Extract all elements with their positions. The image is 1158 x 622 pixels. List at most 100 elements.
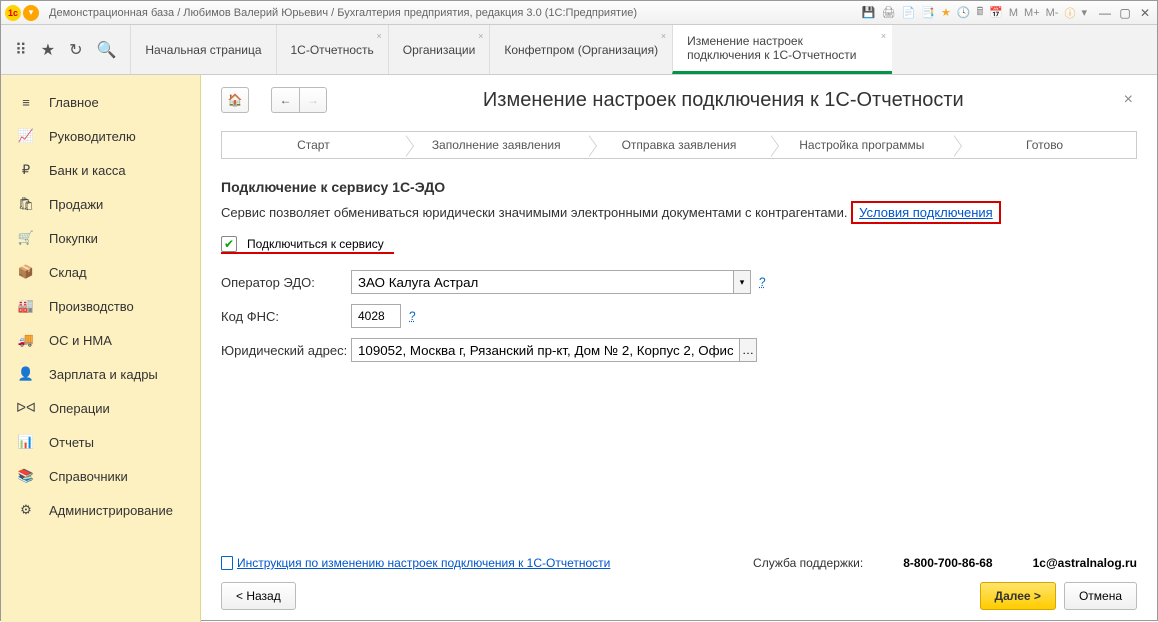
tab-close-icon[interactable]: × — [661, 31, 666, 41]
address-input[interactable] — [351, 338, 739, 362]
dropdown-arrow-icon[interactable]: ▾ — [733, 270, 751, 294]
tool-calc-icon[interactable]: 🖩 — [977, 3, 984, 22]
sidebar-item-label: Справочники — [49, 469, 128, 484]
tool-info-dd[interactable]: ▾ — [1081, 6, 1087, 19]
ruble-icon: ₽ — [17, 161, 35, 179]
sidebar: ≡Главное 📈 Руководителю ₽ Банк и касса 🛍 Пр… — [1, 75, 201, 622]
minimize-icon[interactable]: — — [1097, 6, 1113, 20]
next-button[interactable]: Далее > — [980, 582, 1056, 610]
person-icon: 👤 — [17, 365, 35, 383]
sidebar-item-sales[interactable]: 🛍 Продажи — [1, 187, 200, 221]
forward-button[interactable]: → — [299, 87, 327, 113]
step-done[interactable]: Готово — [953, 132, 1136, 158]
sidebar-item-assets[interactable]: 🚚ОС и НМА — [1, 323, 200, 357]
close-window-icon[interactable]: ✕ — [1137, 6, 1153, 20]
sidebar-item-purchases[interactable]: 🛒Покупки — [1, 221, 200, 255]
document-icon — [221, 556, 233, 570]
step-label: Заполнение заявления — [432, 138, 561, 152]
address-field[interactable]: … — [351, 338, 757, 362]
operator-help[interactable]: ? — [759, 275, 766, 289]
tab-close-icon[interactable]: × — [881, 31, 886, 41]
cancel-button[interactable]: Отмена — [1064, 582, 1137, 610]
app-1c-icon: 1c — [5, 5, 21, 21]
back-button[interactable]: ← — [271, 87, 299, 113]
search-icon[interactable]: 🔍 — [96, 40, 116, 60]
tab-home[interactable]: Начальная страница — [130, 25, 275, 74]
tool-mminus[interactable]: M- — [1046, 7, 1059, 19]
close-page-icon[interactable]: × — [1120, 87, 1137, 113]
tool-print-icon[interactable]: 🖨 — [882, 6, 896, 19]
sidebar-item-label: ОС и НМА — [49, 333, 112, 348]
address-browse-icon[interactable]: … — [739, 338, 757, 362]
tool-save-icon[interactable]: 💾 — [862, 6, 876, 19]
maximize-icon[interactable]: ▢ — [1117, 6, 1133, 20]
tool-info-icon[interactable]: ⓘ — [1064, 5, 1075, 21]
terms-link[interactable]: Условия подключения — [851, 201, 1001, 224]
sidebar-item-main[interactable]: ≡Главное — [1, 85, 200, 119]
sidebar-item-label: Администрирование — [49, 503, 173, 518]
apps-icon[interactable]: ⠿ — [15, 40, 27, 60]
tab-settings-change[interactable]: Изменение настроек подключения к 1С-Отче… — [672, 25, 892, 74]
step-setup[interactable]: Настройка программы — [770, 132, 953, 158]
window-controls: — ▢ ✕ — [1097, 6, 1153, 20]
sidebar-item-label: Главное — [49, 95, 99, 110]
section-desc: Сервис позволяет обмениваться юридически… — [221, 205, 1137, 220]
tool-star-icon[interactable]: ★ — [941, 6, 951, 19]
tab-orgs[interactable]: Организации× — [388, 25, 490, 74]
sidebar-item-bank[interactable]: ₽ Банк и касса — [1, 153, 200, 187]
sidebar-item-salary[interactable]: 👤Зарплата и кадры — [1, 357, 200, 391]
tab-label: 1С-Отчетность — [291, 43, 374, 57]
sidebar-item-label: Продажи — [49, 197, 103, 212]
box-icon: 📦 — [17, 263, 35, 281]
tab-label: Организации — [403, 43, 476, 57]
fns-input[interactable] — [351, 304, 401, 328]
tab-close-icon[interactable]: × — [376, 31, 381, 41]
sidebar-item-warehouse[interactable]: 📦Склад — [1, 255, 200, 289]
instruction-link-text: Инструкция по изменению настроек подключ… — [237, 556, 610, 570]
history-icon[interactable]: ↻ — [69, 40, 82, 60]
tab-close-icon[interactable]: × — [478, 31, 483, 41]
step-start[interactable]: Старт — [222, 132, 405, 158]
operator-input[interactable] — [351, 270, 733, 294]
tool-compare-icon[interactable]: 📑 — [921, 6, 935, 19]
home-button[interactable]: 🏠 — [221, 87, 249, 113]
tool-m[interactable]: M — [1009, 7, 1018, 19]
tool-mplus[interactable]: M+ — [1024, 7, 1040, 19]
tool-calendar-icon[interactable]: 📅 — [989, 6, 1003, 19]
sidebar-item-label: Руководителю — [49, 129, 136, 144]
sidebar-item-production[interactable]: 🏭Производство — [1, 289, 200, 323]
tabbar-icons: ⠿ ★ ↻ 🔍 — [1, 25, 130, 74]
back-wizard-button[interactable]: < Назад — [221, 582, 296, 610]
operator-dropdown[interactable]: ▾ — [351, 270, 751, 294]
titlebar-text: Демонстрационная база / Любимов Валерий … — [49, 7, 862, 19]
instruction-link[interactable]: Инструкция по изменению настроек подключ… — [221, 556, 610, 570]
sidebar-item-operations[interactable]: ᐅᐊОперации — [1, 391, 200, 425]
sidebar-item-label: Банк и касса — [49, 163, 126, 178]
sidebar-item-label: Покупки — [49, 231, 98, 246]
titlebar: 1c ▾ Демонстрационная база / Любимов Вал… — [1, 1, 1157, 25]
tab-1c-report[interactable]: 1С-Отчетность× — [276, 25, 388, 74]
connect-checkbox-row[interactable]: ✔ Подключиться к сервису — [221, 236, 394, 254]
support-label: Служба поддержки: — [753, 556, 863, 570]
tool-doc-icon[interactable]: 📄 — [902, 6, 916, 19]
sidebar-item-reports[interactable]: 📊 Отчеты — [1, 425, 200, 459]
page-title: Изменение настроек подключения к 1С-Отче… — [327, 89, 1120, 112]
sidebar-item-admin[interactable]: ⚙Администрирование — [1, 493, 200, 527]
star-icon[interactable]: ★ — [41, 40, 55, 60]
titlebar-tools: 💾 🖨 📄 📑 ★ 🕓 🖩 📅 M M+ M- ⓘ ▾ — [862, 3, 1087, 22]
fns-help[interactable]: ? — [409, 309, 416, 323]
checkbox-icon[interactable]: ✔ — [221, 236, 237, 252]
tab-konfetprom[interactable]: Конфетпром (Организация)× — [489, 25, 672, 74]
content: 🏠 ← → Изменение настроек подключения к 1… — [201, 75, 1157, 622]
step-send[interactable]: Отправка заявления — [588, 132, 771, 158]
sidebar-item-manager[interactable]: 📈 Руководителю — [1, 119, 200, 153]
sidebar-item-directories[interactable]: 📚Справочники — [1, 459, 200, 493]
sidebar-item-label: Операции — [49, 401, 110, 416]
bars-icon: 📊 — [17, 433, 35, 451]
bag-icon: 🛍 — [17, 195, 35, 213]
step-fill[interactable]: Заполнение заявления — [405, 132, 588, 158]
dropdown-icon[interactable]: ▾ — [23, 5, 39, 21]
chart-icon: 📈 — [17, 127, 35, 145]
tool-clock-icon[interactable]: 🕓 — [957, 6, 971, 19]
sidebar-item-label: Отчеты — [49, 435, 94, 450]
